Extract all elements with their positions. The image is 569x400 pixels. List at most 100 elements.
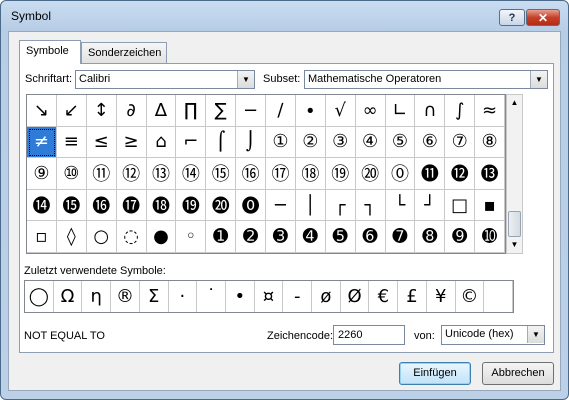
symbol-cell[interactable]: ⓱	[116, 189, 147, 222]
symbol-cell[interactable]: ⓳	[176, 189, 207, 222]
help-button[interactable]: ?	[499, 9, 525, 26]
chevron-down-icon[interactable]: ▼	[530, 71, 547, 88]
recent-symbol-cell[interactable]: •	[226, 281, 255, 312]
symbol-cell[interactable]: ⓫	[415, 158, 446, 190]
symbol-cell[interactable]: ∙	[295, 95, 326, 127]
symbol-cell[interactable]: ◌	[116, 221, 147, 253]
symbol-cell[interactable]: ≤	[86, 126, 117, 159]
symbol-cell[interactable]: ⓯	[56, 189, 87, 222]
symbol-grid[interactable]: ↘ ↙ ↕ ∂ ∆ ∏ ∑ − ∕ ∙ √ ∞ ∟ ∩ ∫ ≈ ≠ ≡ ≤ ≥ ⌂ ⌐ ⌠ ⌡ ① ② ③ ④ ⑤ ⑥ ⑦ ⑧ ⑨ ⑩ ⑪ ⑫ ⑬ ⑭ ⑮ ⑯…	[26, 94, 506, 254]
symbol-cell[interactable]: ⑱	[295, 158, 326, 190]
recent-symbol-cell[interactable]: €	[369, 281, 399, 312]
scroll-thumb[interactable]	[508, 211, 521, 237]
symbol-cell[interactable]: ∆	[146, 95, 177, 127]
recent-symbol-cell[interactable]: £	[398, 281, 427, 312]
symbol-cell[interactable]: ∂	[116, 95, 147, 127]
symbol-cell[interactable]: ⑪	[86, 158, 117, 190]
recent-symbol-cell[interactable]: -	[283, 281, 313, 312]
symbol-cell[interactable]: ─	[266, 189, 296, 222]
recent-symbol-cell[interactable]	[484, 281, 513, 312]
subset-select[interactable]: Mathematische Operatoren ▼	[304, 70, 548, 89]
recent-symbol-cell[interactable]: ◯	[25, 281, 54, 312]
recent-symbol-cell[interactable]: ©	[456, 281, 485, 312]
symbol-cell[interactable]: ≈	[475, 95, 505, 127]
symbol-cell[interactable]: ⓴	[206, 189, 237, 222]
scroll-up-icon[interactable]: ▲	[507, 95, 522, 111]
recent-symbol-cell[interactable]: ¥	[427, 281, 456, 312]
symbol-cell[interactable]: ⑧	[475, 126, 505, 159]
symbol-cell[interactable]: ④	[355, 126, 386, 159]
symbol-cell[interactable]: ▫	[27, 221, 57, 253]
tab-symbole[interactable]: Symbole	[19, 40, 81, 64]
symbol-cell[interactable]: ⑫	[116, 158, 147, 190]
cancel-button[interactable]: Abbrechen	[482, 362, 554, 385]
symbol-cell[interactable]: ┌	[325, 189, 356, 222]
recent-symbol-cell[interactable]: ·	[169, 281, 198, 312]
symbol-cell[interactable]: ↙	[56, 95, 87, 127]
symbol-cell[interactable]: ∩	[415, 95, 446, 127]
symbol-cell[interactable]: ⑦	[445, 126, 476, 159]
symbol-cell[interactable]: ⓪	[385, 158, 416, 190]
symbol-cell[interactable]: ⑲	[325, 158, 356, 190]
symbol-cell[interactable]: ⓬	[445, 158, 476, 190]
symbol-cell[interactable]: ➑	[415, 221, 446, 253]
symbol-cell[interactable]: ①	[266, 126, 296, 159]
grid-scrollbar[interactable]: ▲ ▼	[506, 94, 523, 254]
chevron-down-icon[interactable]: ▼	[527, 326, 544, 343]
symbol-cell[interactable]: ➓	[475, 221, 505, 253]
recent-symbol-cell[interactable]: ®	[111, 281, 140, 312]
symbol-cell[interactable]: ⑯	[236, 158, 266, 190]
symbol-cell[interactable]: └	[385, 189, 416, 222]
recent-symbol-cell[interactable]: ¤	[255, 281, 284, 312]
symbol-cell[interactable]: ↘	[27, 95, 57, 127]
symbol-cell[interactable]: ⌐	[176, 126, 207, 159]
symbol-cell[interactable]: ┐	[355, 189, 386, 222]
symbol-cell[interactable]: √	[325, 95, 356, 127]
symbol-cell[interactable]: ∫	[445, 95, 476, 127]
symbol-cell[interactable]: ○	[86, 221, 117, 253]
recent-symbol-cell[interactable]: ˙	[197, 281, 226, 312]
symbol-cell[interactable]: ∑	[206, 95, 237, 127]
recent-symbol-cell[interactable]: Ø	[341, 281, 370, 312]
insert-button[interactable]: Einfügen	[399, 362, 471, 385]
char-code-input[interactable]: 2260	[333, 325, 405, 345]
close-button[interactable]: ✕	[526, 9, 560, 26]
symbol-cell[interactable]: ⑭	[176, 158, 207, 190]
symbol-cell[interactable]: ≥	[116, 126, 147, 159]
symbol-cell[interactable]: ⓿	[236, 189, 266, 222]
symbol-cell[interactable]: ◊	[56, 221, 87, 253]
symbol-cell[interactable]: ⓭	[475, 158, 505, 190]
symbol-cell[interactable]: ≠	[27, 126, 57, 159]
symbol-cell[interactable]: ◦	[176, 221, 207, 253]
symbol-cell[interactable]: ●	[146, 221, 177, 253]
symbol-cell[interactable]: ➍	[295, 221, 326, 253]
symbol-cell[interactable]: ⑩	[56, 158, 87, 190]
symbol-cell[interactable]: ⑰	[266, 158, 296, 190]
symbol-cell[interactable]: ⌠	[206, 126, 237, 159]
symbol-cell[interactable]: ⌡	[236, 126, 266, 159]
symbol-cell[interactable]: ➋	[236, 221, 266, 253]
symbol-cell[interactable]: ∟	[385, 95, 416, 127]
symbol-cell[interactable]: ▪	[475, 189, 505, 222]
symbol-cell[interactable]: ⓰	[86, 189, 117, 222]
symbol-cell[interactable]: │	[295, 189, 326, 222]
symbol-cell[interactable]: ⑨	[27, 158, 57, 190]
from-select[interactable]: Unicode (hex) ▼	[441, 325, 545, 345]
recent-symbol-cell[interactable]: η	[82, 281, 112, 312]
symbol-cell[interactable]: ➐	[385, 221, 416, 253]
symbol-cell[interactable]: ∏	[176, 95, 207, 127]
tab-sonderzeichen[interactable]: Sonderzeichen	[81, 42, 167, 63]
symbol-cell[interactable]: ⓮	[27, 189, 57, 222]
symbol-cell[interactable]: ⑮	[206, 158, 237, 190]
symbol-cell[interactable]: ➒	[445, 221, 476, 253]
symbol-cell[interactable]: □	[445, 189, 476, 222]
scroll-down-icon[interactable]: ▼	[507, 237, 522, 253]
symbol-cell[interactable]: ┘	[415, 189, 446, 222]
symbol-cell[interactable]: ③	[325, 126, 356, 159]
recent-symbols[interactable]: ◯ Ωη ® Σ · ˙ • ¤ - ø Ø € £ ¥ ©	[24, 280, 514, 313]
symbol-cell[interactable]: ⑥	[415, 126, 446, 159]
symbol-cell[interactable]: ➌	[266, 221, 296, 253]
recent-symbol-cell[interactable]: Ω	[54, 281, 83, 312]
font-select[interactable]: Calibri ▼	[75, 70, 255, 89]
symbol-cell[interactable]: ⌂	[146, 126, 177, 159]
